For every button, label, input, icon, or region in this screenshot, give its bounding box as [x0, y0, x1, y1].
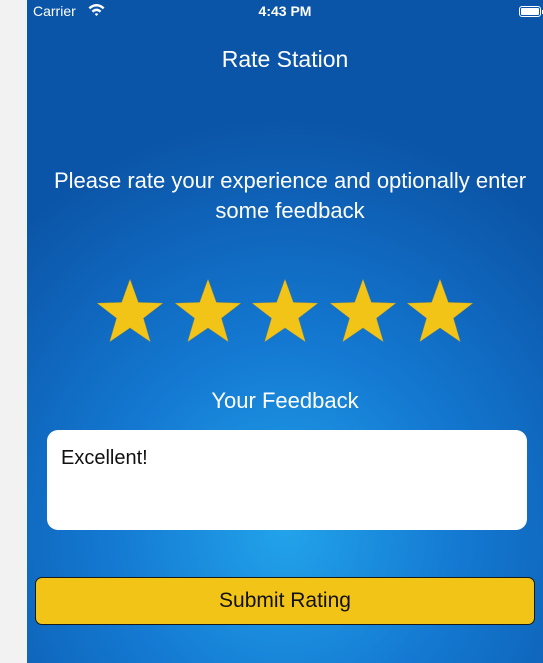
- star-icon[interactable]: [94, 276, 166, 346]
- battery-level: [521, 8, 539, 15]
- star-icon[interactable]: [249, 276, 321, 346]
- feedback-label: Your Feedback: [211, 388, 359, 413]
- status-bar: Carrier 4:43 PM: [27, 0, 543, 22]
- star-icon[interactable]: [172, 276, 244, 346]
- rating-prompt: Please rate your experience and optional…: [53, 168, 527, 223]
- star-rating[interactable]: [94, 276, 476, 346]
- rate-station-screen: Carrier 4:43 PM Rate Station Please rate…: [27, 0, 543, 663]
- battery-icon: [519, 6, 543, 17]
- star-icon[interactable]: [404, 276, 476, 346]
- nav-title: Rate Station: [221, 46, 349, 72]
- status-time: 4:43 PM: [258, 3, 312, 19]
- feedback-input[interactable]: Excellent!: [47, 430, 527, 530]
- star-icon[interactable]: [327, 276, 399, 346]
- submit-rating-button[interactable]: Submit Rating: [35, 577, 535, 625]
